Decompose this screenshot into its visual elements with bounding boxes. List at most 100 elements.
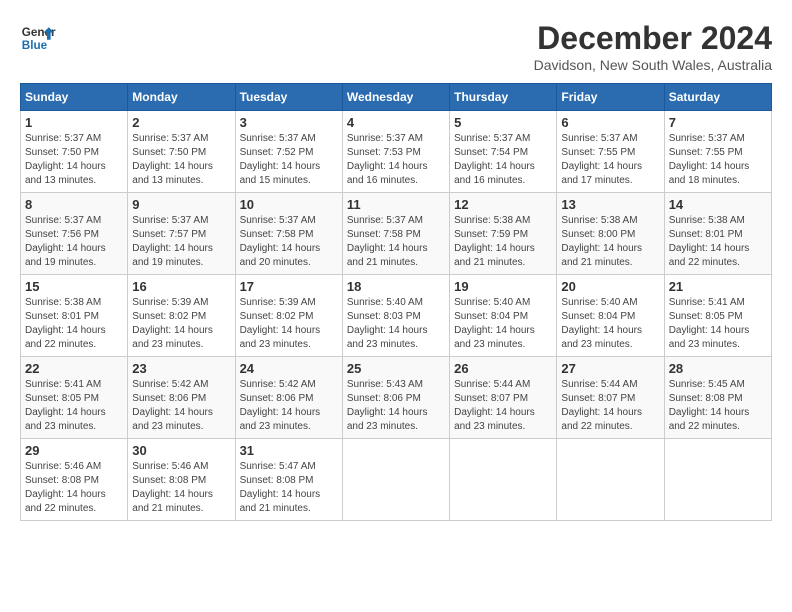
day-number: 9 <box>132 197 230 212</box>
day-info: Sunrise: 5:44 AMSunset: 8:07 PMDaylight:… <box>454 378 552 434</box>
day-info: Sunrise: 5:38 AMSunset: 8:01 PMDaylight:… <box>25 296 123 352</box>
calendar-cell: 6 Sunrise: 5:37 AMSunset: 7:55 PMDayligh… <box>557 111 664 193</box>
calendar-cell: 31 Sunrise: 5:47 AMSunset: 8:08 PMDaylig… <box>235 439 342 521</box>
day-info: Sunrise: 5:40 AMSunset: 8:04 PMDaylight:… <box>454 296 552 352</box>
title-area: December 2024 Davidson, New South Wales,… <box>534 20 772 73</box>
header-sunday: Sunday <box>21 84 128 111</box>
day-number: 25 <box>347 361 445 376</box>
calendar-cell <box>664 439 771 521</box>
day-number: 4 <box>347 115 445 130</box>
calendar-cell: 19 Sunrise: 5:40 AMSunset: 8:04 PMDaylig… <box>450 275 557 357</box>
calendar-cell: 7 Sunrise: 5:37 AMSunset: 7:55 PMDayligh… <box>664 111 771 193</box>
calendar-header-row: Sunday Monday Tuesday Wednesday Thursday… <box>21 84 772 111</box>
day-info: Sunrise: 5:46 AMSunset: 8:08 PMDaylight:… <box>132 460 230 516</box>
day-info: Sunrise: 5:40 AMSunset: 8:04 PMDaylight:… <box>561 296 659 352</box>
day-info: Sunrise: 5:42 AMSunset: 8:06 PMDaylight:… <box>132 378 230 434</box>
calendar-cell: 1 Sunrise: 5:37 AMSunset: 7:50 PMDayligh… <box>21 111 128 193</box>
day-info: Sunrise: 5:38 AMSunset: 8:01 PMDaylight:… <box>669 214 767 270</box>
day-number: 18 <box>347 279 445 294</box>
day-info: Sunrise: 5:38 AMSunset: 7:59 PMDaylight:… <box>454 214 552 270</box>
calendar-table: Sunday Monday Tuesday Wednesday Thursday… <box>20 83 772 521</box>
calendar-cell: 29 Sunrise: 5:46 AMSunset: 8:08 PMDaylig… <box>21 439 128 521</box>
day-number: 31 <box>240 443 338 458</box>
calendar-cell: 2 Sunrise: 5:37 AMSunset: 7:50 PMDayligh… <box>128 111 235 193</box>
day-number: 16 <box>132 279 230 294</box>
day-number: 19 <box>454 279 552 294</box>
calendar-week-row: 15 Sunrise: 5:38 AMSunset: 8:01 PMDaylig… <box>21 275 772 357</box>
calendar-week-row: 29 Sunrise: 5:46 AMSunset: 8:08 PMDaylig… <box>21 439 772 521</box>
day-info: Sunrise: 5:37 AMSunset: 7:55 PMDaylight:… <box>561 132 659 188</box>
header-wednesday: Wednesday <box>342 84 449 111</box>
calendar-cell: 27 Sunrise: 5:44 AMSunset: 8:07 PMDaylig… <box>557 357 664 439</box>
svg-text:Blue: Blue <box>22 39 48 52</box>
day-info: Sunrise: 5:37 AMSunset: 7:56 PMDaylight:… <box>25 214 123 270</box>
day-info: Sunrise: 5:46 AMSunset: 8:08 PMDaylight:… <box>25 460 123 516</box>
day-number: 2 <box>132 115 230 130</box>
header-friday: Friday <box>557 84 664 111</box>
calendar-cell: 17 Sunrise: 5:39 AMSunset: 8:02 PMDaylig… <box>235 275 342 357</box>
day-number: 26 <box>454 361 552 376</box>
calendar-cell: 9 Sunrise: 5:37 AMSunset: 7:57 PMDayligh… <box>128 193 235 275</box>
day-number: 13 <box>561 197 659 212</box>
calendar-cell <box>450 439 557 521</box>
svg-text:General: General <box>22 26 56 39</box>
header: General Blue December 2024 Davidson, New… <box>20 20 772 73</box>
calendar-cell: 14 Sunrise: 5:38 AMSunset: 8:01 PMDaylig… <box>664 193 771 275</box>
day-number: 24 <box>240 361 338 376</box>
day-number: 10 <box>240 197 338 212</box>
calendar-week-row: 22 Sunrise: 5:41 AMSunset: 8:05 PMDaylig… <box>21 357 772 439</box>
day-number: 23 <box>132 361 230 376</box>
day-number: 1 <box>25 115 123 130</box>
day-number: 11 <box>347 197 445 212</box>
day-info: Sunrise: 5:37 AMSunset: 7:55 PMDaylight:… <box>669 132 767 188</box>
day-info: Sunrise: 5:37 AMSunset: 7:58 PMDaylight:… <box>240 214 338 270</box>
day-info: Sunrise: 5:37 AMSunset: 7:50 PMDaylight:… <box>25 132 123 188</box>
day-info: Sunrise: 5:38 AMSunset: 8:00 PMDaylight:… <box>561 214 659 270</box>
day-info: Sunrise: 5:37 AMSunset: 7:50 PMDaylight:… <box>132 132 230 188</box>
day-number: 14 <box>669 197 767 212</box>
day-info: Sunrise: 5:37 AMSunset: 7:58 PMDaylight:… <box>347 214 445 270</box>
calendar-cell: 24 Sunrise: 5:42 AMSunset: 8:06 PMDaylig… <box>235 357 342 439</box>
day-info: Sunrise: 5:37 AMSunset: 7:53 PMDaylight:… <box>347 132 445 188</box>
month-title: December 2024 <box>534 20 772 57</box>
calendar-cell: 23 Sunrise: 5:42 AMSunset: 8:06 PMDaylig… <box>128 357 235 439</box>
header-thursday: Thursday <box>450 84 557 111</box>
day-number: 8 <box>25 197 123 212</box>
logo: General Blue <box>20 20 56 56</box>
header-saturday: Saturday <box>664 84 771 111</box>
day-info: Sunrise: 5:37 AMSunset: 7:52 PMDaylight:… <box>240 132 338 188</box>
logo-icon: General Blue <box>20 20 56 56</box>
day-number: 27 <box>561 361 659 376</box>
calendar-cell: 15 Sunrise: 5:38 AMSunset: 8:01 PMDaylig… <box>21 275 128 357</box>
day-info: Sunrise: 5:40 AMSunset: 8:03 PMDaylight:… <box>347 296 445 352</box>
calendar-cell <box>342 439 449 521</box>
calendar-cell: 20 Sunrise: 5:40 AMSunset: 8:04 PMDaylig… <box>557 275 664 357</box>
calendar-cell: 30 Sunrise: 5:46 AMSunset: 8:08 PMDaylig… <box>128 439 235 521</box>
day-info: Sunrise: 5:43 AMSunset: 8:06 PMDaylight:… <box>347 378 445 434</box>
calendar-cell: 22 Sunrise: 5:41 AMSunset: 8:05 PMDaylig… <box>21 357 128 439</box>
day-number: 12 <box>454 197 552 212</box>
calendar-cell: 12 Sunrise: 5:38 AMSunset: 7:59 PMDaylig… <box>450 193 557 275</box>
day-number: 30 <box>132 443 230 458</box>
calendar-cell: 3 Sunrise: 5:37 AMSunset: 7:52 PMDayligh… <box>235 111 342 193</box>
calendar-cell: 10 Sunrise: 5:37 AMSunset: 7:58 PMDaylig… <box>235 193 342 275</box>
day-number: 6 <box>561 115 659 130</box>
calendar-cell: 26 Sunrise: 5:44 AMSunset: 8:07 PMDaylig… <box>450 357 557 439</box>
calendar-cell: 13 Sunrise: 5:38 AMSunset: 8:00 PMDaylig… <box>557 193 664 275</box>
day-info: Sunrise: 5:37 AMSunset: 7:57 PMDaylight:… <box>132 214 230 270</box>
day-info: Sunrise: 5:39 AMSunset: 8:02 PMDaylight:… <box>132 296 230 352</box>
location: Davidson, New South Wales, Australia <box>534 57 772 73</box>
day-number: 7 <box>669 115 767 130</box>
day-info: Sunrise: 5:47 AMSunset: 8:08 PMDaylight:… <box>240 460 338 516</box>
day-number: 20 <box>561 279 659 294</box>
day-info: Sunrise: 5:39 AMSunset: 8:02 PMDaylight:… <box>240 296 338 352</box>
day-number: 5 <box>454 115 552 130</box>
day-info: Sunrise: 5:41 AMSunset: 8:05 PMDaylight:… <box>669 296 767 352</box>
calendar-cell: 16 Sunrise: 5:39 AMSunset: 8:02 PMDaylig… <box>128 275 235 357</box>
calendar-cell: 25 Sunrise: 5:43 AMSunset: 8:06 PMDaylig… <box>342 357 449 439</box>
calendar-cell: 18 Sunrise: 5:40 AMSunset: 8:03 PMDaylig… <box>342 275 449 357</box>
calendar-cell <box>557 439 664 521</box>
day-info: Sunrise: 5:45 AMSunset: 8:08 PMDaylight:… <box>669 378 767 434</box>
day-info: Sunrise: 5:41 AMSunset: 8:05 PMDaylight:… <box>25 378 123 434</box>
day-number: 29 <box>25 443 123 458</box>
